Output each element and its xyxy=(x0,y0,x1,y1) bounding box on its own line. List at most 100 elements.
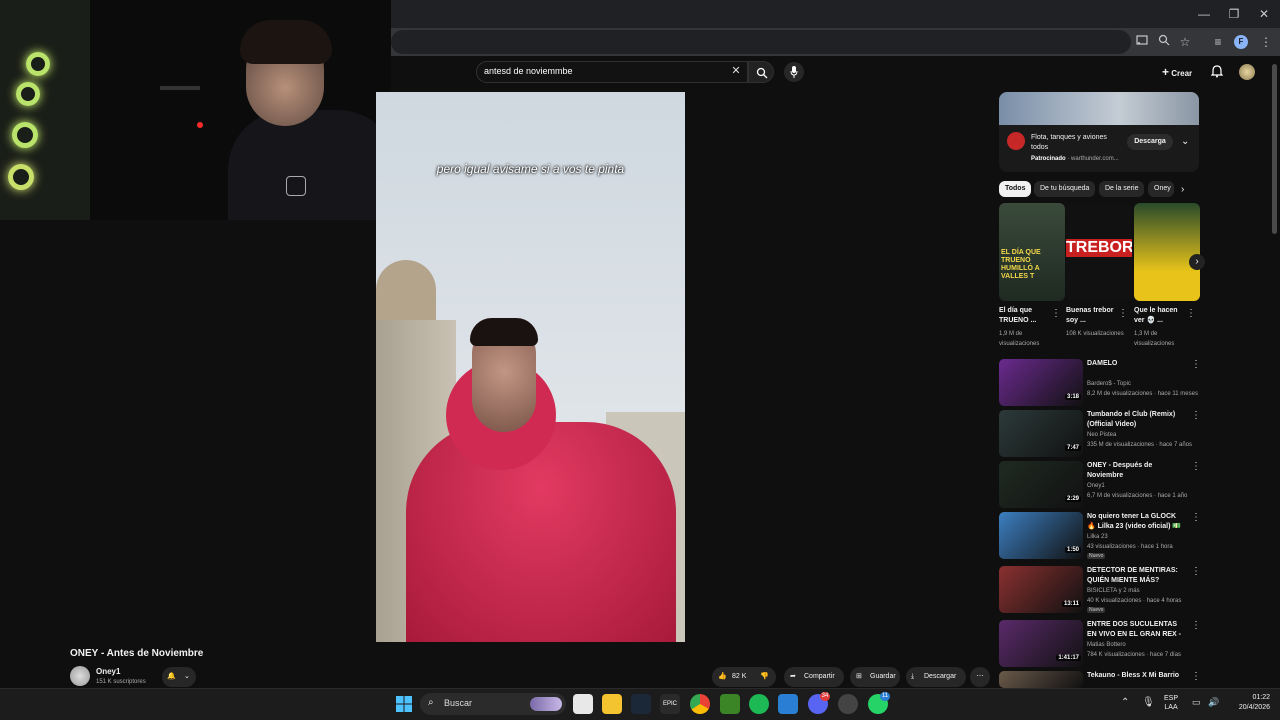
obs-icon[interactable] xyxy=(838,694,858,714)
more-options-icon[interactable]: ⋮ xyxy=(1191,621,1201,631)
whatsapp-notification-badge: 11 xyxy=(880,692,890,701)
recommended-video[interactable]: 7:47 Tumbando el Club (Remix) (Official V… xyxy=(999,410,1201,458)
more-options-icon[interactable]: ⋮ xyxy=(1191,462,1201,472)
account-avatar[interactable] xyxy=(1239,64,1255,80)
close-window-button[interactable]: ✕ xyxy=(1256,6,1272,22)
address-bar[interactable] xyxy=(391,30,1131,54)
chevron-right-icon[interactable]: › xyxy=(1181,184,1184,195)
download-button[interactable]: ⤓ Descargar xyxy=(906,667,966,687)
like-icon[interactable]: 👍 xyxy=(718,667,727,687)
video-caption: pero igual avisame si a vos te pinta xyxy=(436,162,625,176)
create-button[interactable]: + Crear xyxy=(1162,64,1192,80)
ad-download-button[interactable]: Descarga xyxy=(1127,134,1173,150)
plus-icon: + xyxy=(1162,65,1170,79)
recommended-video[interactable]: 3:18 DAMELO Bardero$ - Topic 8,2 M de visua… xyxy=(999,359,1201,407)
video-channel[interactable]: Bardero$ - Topic xyxy=(1087,379,1197,389)
minecraft-icon[interactable] xyxy=(720,694,740,714)
menu-icon[interactable]: ⋮ xyxy=(1258,34,1274,50)
volume-icon[interactable]: 🔊 xyxy=(1208,697,1219,708)
video-channel[interactable]: Matias Bottero xyxy=(1087,640,1197,650)
voice-search-button[interactable] xyxy=(784,62,804,82)
video-meta: 335 M de visualizaciones · hace 7 años xyxy=(1087,442,1193,448)
dislike-icon[interactable]: 👎 xyxy=(760,667,769,687)
recommended-video[interactable]: 13:11 DETECTOR DE MENTIRAS: QUIÉN MIENTE … xyxy=(999,566,1201,614)
video-title[interactable]: DETECTOR DE MENTIRAS: QUIÉN MIENTE MÁS? xyxy=(1087,566,1185,586)
video-title[interactable]: ONEY - Después de Noviembre xyxy=(1087,461,1185,481)
more-options-icon[interactable]: ⋮ xyxy=(1191,411,1201,421)
microphone-tray-icon[interactable]: 🎙 xyxy=(1142,697,1155,708)
store-icon[interactable] xyxy=(573,694,593,714)
notifications-bell-icon[interactable] xyxy=(1210,65,1225,79)
more-actions-button[interactable]: ⋯ xyxy=(970,667,990,687)
create-label: Crear xyxy=(1171,69,1193,78)
more-options-icon[interactable]: ⋮ xyxy=(1191,567,1201,577)
video-thumbnail[interactable] xyxy=(999,671,1083,688)
more-options-icon[interactable]: ⋮ xyxy=(1051,309,1061,319)
page-scrollbar[interactable] xyxy=(1272,64,1277,234)
clock[interactable]: 01:22 20/4/2026 xyxy=(1228,693,1270,713)
video-title[interactable]: Tumbando el Club (Remix) (Official Video… xyxy=(1087,410,1185,430)
more-options-icon[interactable]: ⋮ xyxy=(1191,360,1201,370)
star-icon[interactable]: ☆ xyxy=(1177,34,1193,50)
channel-name[interactable]: Oney1 xyxy=(96,667,120,676)
more-options-icon[interactable]: ⋮ xyxy=(1191,513,1201,523)
video-channel[interactable]: Oney1 xyxy=(1087,481,1197,491)
video-meta: 784 K visualizaciones · hace 7 días xyxy=(1087,652,1182,658)
playlist-icon[interactable]: ≡ xyxy=(1210,34,1226,50)
chip-de-la-serie[interactable]: De la serie xyxy=(1099,181,1145,197)
zoom-icon[interactable] xyxy=(1156,34,1172,50)
short-title[interactable]: Que le hacen ver 💀 ... xyxy=(1134,306,1182,326)
windows-start-icon[interactable] xyxy=(396,696,412,712)
epic-games-icon[interactable]: EPIC xyxy=(660,694,680,714)
spotify-icon[interactable] xyxy=(749,694,769,714)
taskbar-search-placeholder: Buscar xyxy=(444,698,473,708)
more-options-icon[interactable]: ⋮ xyxy=(1191,672,1201,682)
channel-avatar[interactable] xyxy=(70,666,90,686)
chrome-icon[interactable] xyxy=(690,694,710,714)
video-channel[interactable]: BISICLETA y 2 más xyxy=(1087,586,1197,596)
short-title[interactable]: Buenas trebor soy ... xyxy=(1066,306,1114,326)
cast-icon[interactable] xyxy=(1134,34,1150,50)
more-options-icon[interactable]: ⋮ xyxy=(1186,309,1196,319)
steam-icon[interactable] xyxy=(631,694,651,714)
video-channel[interactable]: Lilka 23 xyxy=(1087,532,1197,542)
maximize-button[interactable]: ❐ xyxy=(1226,6,1242,22)
chip-de-tu-busqueda[interactable]: De tu búsqueda xyxy=(1034,181,1096,197)
video-title[interactable]: No quiero tener La GLOCK 🔥 Lilka 23 (vid… xyxy=(1087,512,1185,532)
ad-card[interactable]: Flota, tanques y aviones todos Patrocina… xyxy=(999,92,1199,172)
short-title[interactable]: El día que TRUENO ... xyxy=(999,306,1047,326)
minimize-button[interactable]: — xyxy=(1196,6,1212,22)
duration-badge: 3:18 xyxy=(1064,394,1081,400)
video-title[interactable]: DAMELO xyxy=(1087,359,1185,369)
more-options-icon[interactable]: ⋮ xyxy=(1118,309,1128,319)
chevron-down-icon[interactable]: ⌄ xyxy=(1181,136,1189,147)
video-title[interactable]: ENTRE DOS SUCULENTAS EN VIVO EN EL GRAN … xyxy=(1087,620,1185,640)
language-indicator[interactable]: ESP LAA xyxy=(1164,694,1178,712)
profile-icon[interactable]: F xyxy=(1234,35,1248,49)
save-button[interactable]: ⊞ Guardar xyxy=(850,667,900,687)
shorts-next-button[interactable]: › xyxy=(1189,254,1205,270)
video-player[interactable]: pero igual avisame si a vos te pinta xyxy=(376,92,685,642)
short-thumbnail-1[interactable]: EL DÍA QUE TRUENO HUMILLÓ A VALLES T xyxy=(999,203,1065,301)
recommended-video[interactable]: 2:29 ONEY - Después de Noviembre Oney1 6,7 … xyxy=(999,461,1201,509)
share-button[interactable]: ➦ Compartir xyxy=(784,667,844,687)
video-title[interactable]: Tekauno - Bless X Mi Barrio xyxy=(1087,671,1185,681)
file-explorer-icon[interactable] xyxy=(602,694,622,714)
chip-oney[interactable]: Oney xyxy=(1148,181,1174,197)
recommended-video[interactable]: 1:41:17 ENTRE DOS SUCULENTAS EN VIVO EN E… xyxy=(999,620,1201,668)
tray-chevron-up-icon[interactable]: ⌃ xyxy=(1121,697,1129,708)
like-count[interactable]: 82 K xyxy=(732,667,746,687)
video-channel[interactable]: Neo Pistea xyxy=(1087,430,1197,440)
short-thumbnail-3[interactable] xyxy=(1134,203,1200,301)
share-icon: ➦ xyxy=(790,673,796,680)
app-window-icon[interactable] xyxy=(778,694,798,714)
save-label: Guardar xyxy=(870,673,896,680)
subscription-bell-button[interactable]: 🔔 ⌄ xyxy=(162,667,196,687)
chip-todos[interactable]: Todos xyxy=(999,181,1032,197)
search-button[interactable] xyxy=(748,61,774,83)
network-icon[interactable]: ▭ xyxy=(1192,697,1201,708)
short-thumbnail-2[interactable]: TREBOR xyxy=(1066,203,1132,301)
clear-search-icon[interactable]: ✕ xyxy=(730,65,742,77)
taskbar-search[interactable]: ⌕ Buscar xyxy=(420,693,566,715)
recommended-video[interactable]: 1:50 No quiero tener La GLOCK 🔥 Lilka 23 … xyxy=(999,512,1201,560)
